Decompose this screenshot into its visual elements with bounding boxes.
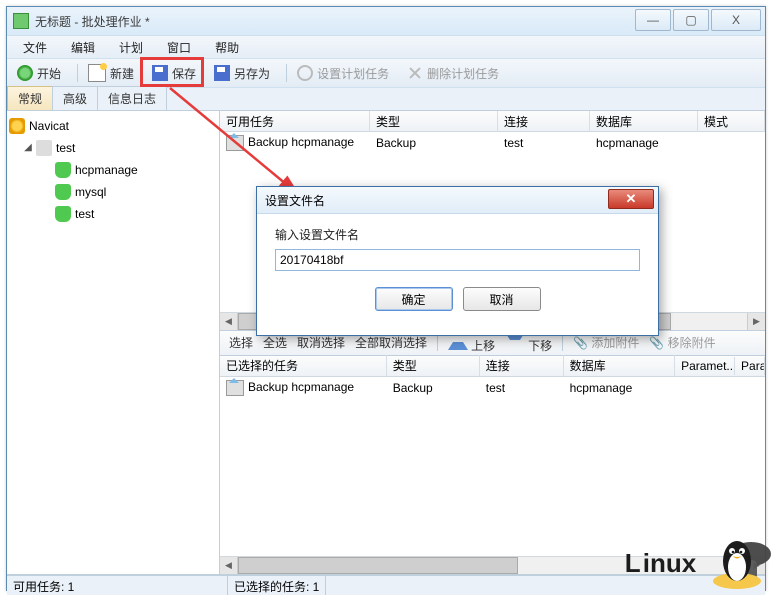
connection-icon	[36, 140, 52, 156]
close-button[interactable]: X	[711, 9, 761, 31]
task-icon	[226, 135, 244, 151]
watermark: 黑区网络 www.Linuxidc.com L inux	[727, 533, 766, 591]
select-all-link[interactable]: 全选	[258, 334, 292, 351]
col-para[interactable]: Para	[735, 357, 765, 375]
save-icon	[152, 65, 168, 81]
col-type2[interactable]: 类型	[387, 355, 480, 376]
available-tasks-header: 可用任务 类型 连接 数据库 模式	[220, 111, 765, 132]
app-icon	[13, 13, 29, 29]
col-type[interactable]: 类型	[370, 111, 498, 132]
add-attach-button[interactable]: 📎 添加附件	[568, 334, 644, 351]
tree-db-test[interactable]: test	[9, 203, 217, 225]
new-file-icon	[88, 64, 106, 82]
new-button[interactable]: 新建	[82, 62, 140, 84]
watermark-inux: inux	[643, 548, 696, 579]
menu-file[interactable]: 文件	[11, 36, 59, 59]
selected-tasks-header: 已选择的任务 类型 连接 数据库 Paramet... Para	[220, 356, 765, 377]
dialog-label: 输入设置文件名	[275, 226, 640, 243]
selected-tasks-body[interactable]: Backup hcpmanage Backup test hcpmanage	[220, 377, 765, 557]
set-plan-button[interactable]: 设置计划任务	[291, 63, 395, 84]
start-button[interactable]: 开始	[11, 63, 67, 84]
titlebar: 无标题 - 批处理作业 * — ▢ X	[7, 7, 765, 35]
minimize-button[interactable]: —	[635, 9, 671, 31]
tab-advanced[interactable]: 高级	[52, 86, 98, 110]
delete-plan-button[interactable]: 删除计划任务	[401, 63, 505, 84]
save-as-button[interactable]: 另存为	[208, 63, 276, 84]
menubar: 文件 编辑 计划 窗口 帮助	[7, 35, 765, 58]
navicat-icon	[9, 118, 25, 134]
scroll-right-icon[interactable]: ▶	[747, 313, 765, 330]
select-link[interactable]: 选择	[224, 334, 258, 351]
menu-plan[interactable]: 计划	[107, 36, 155, 59]
dialog-title-text: 设置文件名	[265, 192, 325, 209]
right-pane: 可用任务 类型 连接 数据库 模式 Backup hcpmanage Backu…	[220, 111, 765, 574]
menu-window[interactable]: 窗口	[155, 36, 203, 59]
save-as-icon	[214, 65, 230, 81]
unselect-all-link[interactable]: 全部取消选择	[350, 334, 432, 351]
table-row[interactable]: Backup hcpmanage Backup test hcpmanage	[220, 132, 765, 154]
unselect-link[interactable]: 取消选择	[292, 334, 350, 351]
tabstrip: 常规 高级 信息日志	[7, 88, 765, 111]
col-db2[interactable]: 数据库	[564, 355, 675, 376]
tree-connection[interactable]: ◢ test	[9, 137, 217, 159]
cancel-button[interactable]: 取消	[463, 287, 541, 311]
tab-general[interactable]: 常规	[7, 86, 53, 110]
connection-tree[interactable]: Navicat ◢ test hcpmanage mysql test	[7, 111, 220, 574]
ok-button[interactable]: 确定	[375, 287, 453, 311]
separator	[286, 64, 287, 82]
col-param[interactable]: Paramet...	[675, 357, 735, 375]
window-title: 无标题 - 批处理作业 *	[35, 13, 150, 30]
scroll-left-icon[interactable]: ◀	[220, 313, 238, 330]
table-row[interactable]: Backup hcpmanage Backup test hcpmanage	[220, 377, 765, 399]
col-conn[interactable]: 连接	[498, 111, 590, 132]
filename-input[interactable]	[275, 249, 640, 271]
status-available: 可用任务: 1	[7, 576, 228, 595]
dialog-close-button[interactable]: ✕	[608, 189, 654, 209]
task-icon	[226, 380, 244, 396]
col-mode[interactable]: 模式	[698, 111, 765, 132]
tree-db-hcpmanage[interactable]: hcpmanage	[9, 159, 217, 181]
tree-root[interactable]: Navicat	[9, 115, 217, 137]
save-button[interactable]: 保存	[146, 63, 202, 84]
col-selected-task[interactable]: 已选择的任务	[220, 355, 387, 376]
col-task[interactable]: 可用任务	[220, 111, 370, 132]
menu-edit[interactable]: 编辑	[59, 36, 107, 59]
col-conn2[interactable]: 连接	[480, 355, 564, 376]
maximize-button[interactable]: ▢	[673, 9, 709, 31]
filename-dialog: 设置文件名 ✕ 输入设置文件名 确定 取消	[256, 186, 659, 336]
tab-log[interactable]: 信息日志	[97, 86, 167, 110]
database-icon	[55, 184, 71, 200]
remove-attach-button[interactable]: 📎 移除附件	[644, 334, 720, 351]
main-area: Navicat ◢ test hcpmanage mysql test	[7, 111, 765, 575]
database-icon	[55, 162, 71, 178]
clock-icon	[297, 65, 313, 81]
play-icon	[17, 65, 33, 81]
status-selected: 已选择的任务: 1	[228, 576, 326, 595]
dialog-titlebar[interactable]: 设置文件名 ✕	[257, 187, 658, 214]
menu-help[interactable]: 帮助	[203, 36, 251, 59]
expander-icon[interactable]: ◢	[23, 143, 33, 153]
separator	[77, 64, 78, 82]
database-icon	[55, 206, 71, 222]
linux-tux-icon	[708, 533, 766, 591]
watermark-L-icon: L	[625, 548, 641, 579]
scroll-left-icon[interactable]: ◀	[220, 557, 238, 574]
tree-db-mysql[interactable]: mysql	[9, 181, 217, 203]
col-db[interactable]: 数据库	[590, 111, 698, 132]
delete-icon	[407, 65, 423, 81]
toolbar: 开始 新建 保存 另存为 设置计划任务 删除计划任务	[7, 58, 765, 88]
